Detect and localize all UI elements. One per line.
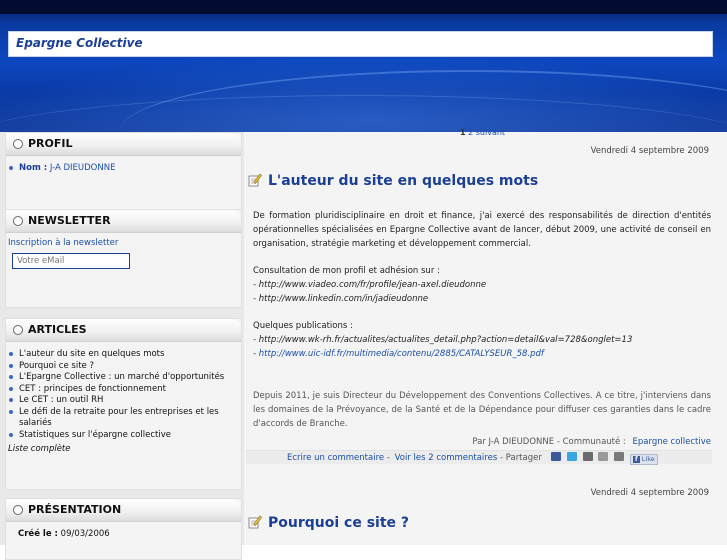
presentation-box: PRÉSENTATION Créé le : 09/03/2006: [5, 498, 242, 560]
article-item[interactable]: L'Epargne Collective : un marché d'oppor…: [6, 372, 241, 384]
facebook-like-button[interactable]: f Like: [629, 454, 658, 465]
post-date: Vendredi 4 septembre 2009: [590, 146, 709, 156]
pagination-next[interactable]: suivant: [476, 128, 505, 137]
post-title-link[interactable]: Pourquoi ce site ?: [268, 515, 409, 531]
circle-bullet-icon: [13, 505, 23, 515]
circle-bullet-icon: [13, 325, 23, 335]
profil-box: PROFIL Nom : J-A DIEUDONNE: [5, 132, 242, 210]
viadeo-link[interactable]: - http://www.viadeo.com/fr/profile/jean-…: [253, 278, 711, 292]
site-title-link[interactable]: Epargne Collective: [16, 36, 143, 50]
profil-box-body: Nom : J-A DIEUDONNE: [6, 156, 241, 175]
article-item[interactable]: L'auteur du site en quelques mots: [6, 349, 241, 361]
newsletter-email-input[interactable]: [12, 253, 130, 269]
newsletter-box-header: NEWSLETTER: [6, 210, 241, 233]
bullet-icon: [9, 363, 13, 368]
presentation-title: PRÉSENTATION: [28, 503, 122, 516]
article-link[interactable]: Pourquoi ce site ?: [19, 361, 94, 371]
post-actions: Ecrire un commentaire - Voir les 2 comme…: [287, 452, 658, 465]
actions-separator: -: [384, 453, 393, 463]
newsletter-box-body: Inscription à la newsletter: [6, 233, 241, 248]
pagination-current: 1: [460, 128, 466, 137]
header-top-band: [0, 0, 727, 14]
site-title-bar: Epargne Collective: [8, 31, 713, 57]
email-share-icon[interactable]: [614, 452, 625, 461]
bullet-icon: [9, 398, 13, 402]
circle-bullet-icon: [13, 216, 23, 226]
share-label: - Partager: [497, 453, 542, 463]
article-link[interactable]: Le défi de la retraite pour les entrepri…: [19, 407, 219, 429]
article-item[interactable]: Le défi de la retraite pour les entrepri…: [6, 407, 241, 430]
facebook-share-icon[interactable]: [551, 452, 562, 461]
byline-text: Par J-A DIEUDONNE - Communauté :: [472, 437, 626, 447]
post-body: De formation pluridisciplinaire en droit…: [253, 209, 711, 444]
article-item[interactable]: Pourquoi ce site ?: [6, 361, 241, 373]
consult-heading: Consultation de mon profil et adhésion s…: [253, 266, 440, 276]
articles-full-list-link[interactable]: Liste complète: [8, 444, 71, 454]
bullet-icon: [9, 409, 13, 414]
article-link[interactable]: Le CET : un outil RH: [19, 395, 103, 405]
view-comments-link[interactable]: Voir les 2 commentaires: [395, 453, 498, 463]
profil-box-header: PROFIL: [6, 133, 241, 156]
created-label: Créé le :: [18, 529, 58, 539]
link-share-icon[interactable]: [598, 452, 609, 461]
publications-heading: Quelques publications :: [253, 321, 353, 331]
post-title-row: Pourquoi ce site ?: [248, 515, 409, 531]
write-comment-link[interactable]: Ecrire un commentaire: [287, 453, 384, 463]
presentation-box-header: PRÉSENTATION: [6, 499, 241, 522]
publication-link-2-row: - http://www.uic-idf.fr/multimedia/conte…: [253, 347, 711, 361]
newsletter-subscribe-link[interactable]: Inscription à la newsletter: [8, 238, 118, 248]
facebook-f-icon: f: [632, 456, 640, 463]
publication-link-1[interactable]: - http://www.wk-rh.fr/actualites/actuali…: [253, 333, 711, 347]
bullet-icon: [9, 432, 13, 437]
created-value: 09/03/2006: [60, 529, 110, 539]
post-intro: De formation pluridisciplinaire en droit…: [253, 211, 711, 249]
profil-title: PROFIL: [28, 137, 73, 150]
publication-link-2[interactable]: http://www.uic-idf.fr/multimedia/contenu…: [259, 349, 544, 359]
profil-name-label: Nom :: [19, 163, 48, 173]
articles-box-header: ARTICLES: [6, 319, 241, 342]
sidebar: PROFIL Nom : J-A DIEUDONNE NEWSLETTER In…: [0, 132, 244, 560]
post-date: Vendredi 4 septembre 2009: [590, 488, 709, 498]
post-since-2011: Depuis 2011, je suis Directeur du Dévelo…: [253, 391, 711, 429]
profil-name-item: Nom : J-A DIEUDONNE: [6, 163, 241, 175]
profil-name-link[interactable]: J-A DIEUDONNE: [50, 163, 116, 173]
edit-pencil-icon: [248, 173, 262, 187]
site-header: Epargne Collective: [0, 0, 727, 132]
articles-box: ARTICLES L'auteur du site en quelques mo…: [5, 318, 242, 490]
pagination: 1 2 suivant: [460, 128, 505, 137]
blog-share-icon[interactable]: [582, 452, 593, 461]
twitter-share-icon[interactable]: [566, 452, 577, 461]
newsletter-title: NEWSLETTER: [28, 214, 111, 227]
bullet-icon: [9, 386, 13, 391]
article-link[interactable]: Statistiques sur l'épargne collective: [19, 430, 171, 440]
circle-bullet-icon: [13, 139, 23, 149]
linkedin-link[interactable]: - http://www.linkedin.com/in/jadieudonne: [253, 292, 711, 306]
bullet-icon: [9, 375, 13, 379]
bullet-icon: [9, 352, 13, 356]
bullet-icon: [9, 166, 13, 170]
edit-pencil-icon: [248, 515, 262, 529]
article-item[interactable]: Le CET : un outil RH: [6, 395, 241, 407]
articles-title: ARTICLES: [28, 323, 87, 336]
articles-list: L'auteur du site en quelques mots Pourqu…: [6, 349, 241, 441]
post-byline: Par J-A DIEUDONNE - Communauté : Epargne…: [472, 437, 711, 447]
article-link[interactable]: L'Epargne Collective : un marché d'oppor…: [19, 372, 224, 382]
like-label: Like: [641, 455, 655, 463]
presentation-box-body: Créé le : 09/03/2006: [6, 522, 241, 539]
community-link[interactable]: Epargne collective: [633, 437, 712, 447]
article-item[interactable]: Statistiques sur l'épargne collective: [6, 430, 241, 442]
article-link[interactable]: CET : principes de fonctionnement: [19, 384, 166, 394]
pagination-page-2[interactable]: 2: [468, 128, 473, 137]
article-link[interactable]: L'auteur du site en quelques mots: [19, 349, 164, 359]
articles-box-body: L'auteur du site en quelques mots Pourqu…: [6, 342, 241, 454]
article-item[interactable]: CET : principes de fonctionnement: [6, 384, 241, 396]
post-title-link[interactable]: L'auteur du site en quelques mots: [268, 173, 538, 189]
post-title-row: L'auteur du site en quelques mots: [248, 173, 538, 189]
